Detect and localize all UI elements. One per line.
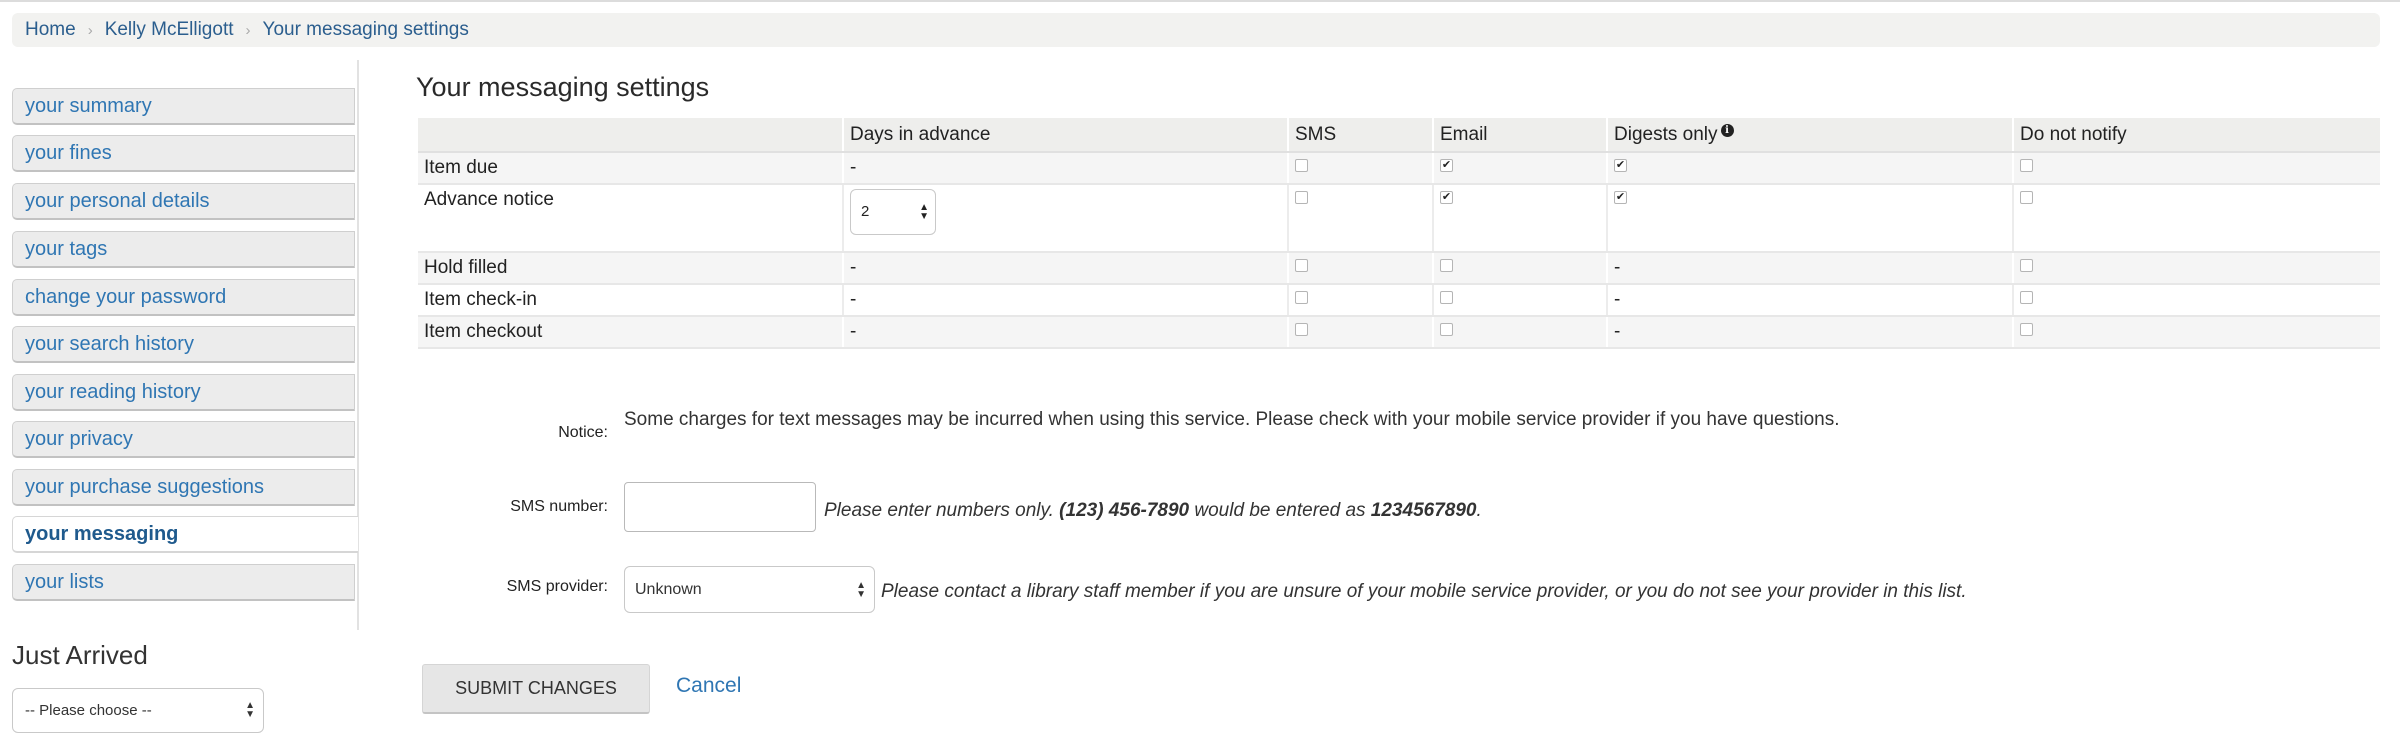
row-label: Advance notice <box>418 184 843 253</box>
days-in-advance-select[interactable]: 2 ▲ ▼ <box>850 189 936 235</box>
page-title: Your messaging settings <box>416 72 710 102</box>
email-checkbox[interactable] <box>1440 323 1453 337</box>
sidebar-item-search-history[interactable]: your search history <box>12 326 355 363</box>
messaging-settings-table: Days in advance SMS Email Digests only i … <box>418 118 2380 349</box>
do-not-notify-checkbox[interactable] <box>2020 323 2033 337</box>
column-header-do-not-notify: Do not notify <box>2012 118 2380 153</box>
table-row-item-check-in: Item check-in - - <box>418 284 2380 317</box>
sidebar-item-summary[interactable]: your summary <box>12 88 355 125</box>
select-arrows-icon: ▲ ▼ <box>856 580 866 600</box>
sms-provider-select[interactable]: Unknown ▲ ▼ <box>624 566 875 613</box>
sms-hint-part: would be entered as <box>1194 500 1366 521</box>
sms-provider-label: SMS provider: <box>506 578 608 595</box>
days-in-advance-value: - <box>842 316 1288 349</box>
notice-text: Some charges for text messages may be in… <box>624 409 1840 430</box>
sms-checkbox[interactable] <box>1295 323 1308 337</box>
days-in-advance-select-value: 2 <box>861 203 870 220</box>
sms-hint-period: . <box>1476 500 1482 521</box>
column-header-email: Email <box>1432 118 1607 153</box>
table-row-item-checkout: Item checkout - - <box>418 316 2380 349</box>
just-arrived-select[interactable]: -- Please choose -- ▲ ▼ <box>12 688 264 733</box>
table-row-hold-filled: Hold filled - - <box>418 252 2380 285</box>
days-in-advance-value: - <box>842 284 1288 317</box>
do-not-notify-checkbox[interactable] <box>2020 159 2033 173</box>
sidebar-item-privacy[interactable]: your privacy <box>12 421 355 458</box>
digest-checkbox[interactable]: ✔ <box>1614 191 1627 205</box>
sidebar-item-fines[interactable]: your fines <box>12 135 355 172</box>
just-arrived-heading: Just Arrived <box>12 640 148 670</box>
sms-hint-part: Please enter numbers only. <box>824 500 1054 521</box>
email-checkbox[interactable]: ✔ <box>1440 191 1453 205</box>
sms-number-input[interactable] <box>624 482 816 532</box>
submit-changes-button[interactable]: SUBMIT CHANGES <box>422 664 650 714</box>
row-label: Item due <box>418 152 843 185</box>
cancel-link[interactable]: Cancel <box>676 674 741 698</box>
do-not-notify-checkbox[interactable] <box>2020 259 2033 273</box>
column-header-sms: SMS <box>1287 118 1433 153</box>
select-arrows-icon: ▲ ▼ <box>919 202 929 222</box>
email-checkbox[interactable]: ✔ <box>1440 159 1453 173</box>
breadcrumb-home-link[interactable]: Home <box>25 19 76 41</box>
sidebar-item-change-password[interactable]: change your password <box>12 279 355 316</box>
sms-number-label: SMS number: <box>510 498 608 515</box>
email-checkbox[interactable] <box>1440 291 1453 305</box>
top-border <box>0 0 2400 2</box>
column-header-days-in-advance: Days in advance <box>842 118 1288 153</box>
row-label: Item check-in <box>418 284 843 317</box>
sms-checkbox[interactable] <box>1295 291 1308 305</box>
sidebar-item-personal-details[interactable]: your personal details <box>12 183 355 220</box>
do-not-notify-checkbox[interactable] <box>2020 191 2033 205</box>
digest-value: - <box>1606 284 2013 317</box>
sms-checkbox[interactable] <box>1295 259 1308 273</box>
sms-hint-example: (123) 456-7890 <box>1059 500 1190 521</box>
breadcrumb-separator-icon: › <box>245 21 251 39</box>
do-not-notify-checkbox[interactable] <box>2020 291 2033 305</box>
digest-value: - <box>1606 316 2013 349</box>
row-label: Item checkout <box>418 316 843 349</box>
sidebar-item-purchase-suggestions[interactable]: your purchase suggestions <box>12 469 355 506</box>
digest-value: - <box>1606 252 2013 285</box>
sms-provider-hint-text: Please contact a library staff member if… <box>881 581 1967 602</box>
sidebar-item-messaging[interactable]: your messaging <box>12 516 358 553</box>
digests-only-label: Digests only <box>1614 123 1718 145</box>
sms-checkbox[interactable] <box>1295 159 1308 173</box>
column-header-message <box>418 118 843 153</box>
table-row-item-due: Item due - ✔ ✔ <box>418 152 2380 185</box>
breadcrumb-current-link[interactable]: Your messaging settings <box>263 19 469 41</box>
row-label: Hold filled <box>418 252 843 285</box>
sidebar-item-tags[interactable]: your tags <box>12 231 355 268</box>
column-header-digests-only: Digests only i <box>1606 118 2013 153</box>
breadcrumb-separator-icon: › <box>87 21 93 39</box>
select-arrows-icon: ▲ ▼ <box>245 700 255 720</box>
email-checkbox[interactable] <box>1440 259 1453 273</box>
sms-hint-digits: 1234567890 <box>1370 500 1477 521</box>
notice-label: Notice: <box>558 424 608 441</box>
info-icon[interactable]: i <box>1720 123 1734 137</box>
days-in-advance-value: - <box>842 152 1288 185</box>
sidebar-item-lists[interactable]: your lists <box>12 564 355 601</box>
table-row-advance-notice: Advance notice 2 ▲ ▼ ✔ ✔ <box>418 184 2380 253</box>
account-sidebar: your summary your fines your personal de… <box>12 60 359 630</box>
sidebar-item-reading-history[interactable]: your reading history <box>12 374 355 411</box>
sms-provider-select-value: Unknown <box>635 581 702 598</box>
sms-provider-hint: Please contact a library staff member if… <box>881 581 1967 603</box>
just-arrived-select-value: -- Please choose -- <box>25 702 152 719</box>
breadcrumb-user-link[interactable]: Kelly McElligott <box>105 19 234 41</box>
digest-checkbox[interactable]: ✔ <box>1614 159 1627 173</box>
table-header-row: Days in advance SMS Email Digests only i … <box>418 118 2380 153</box>
sms-checkbox[interactable] <box>1295 191 1308 205</box>
breadcrumb: Home › Kelly McElligott › Your messaging… <box>12 13 2380 47</box>
days-in-advance-value: - <box>842 252 1288 285</box>
sms-number-hint: Please enter numbers only. (123) 456-789… <box>824 500 1482 522</box>
